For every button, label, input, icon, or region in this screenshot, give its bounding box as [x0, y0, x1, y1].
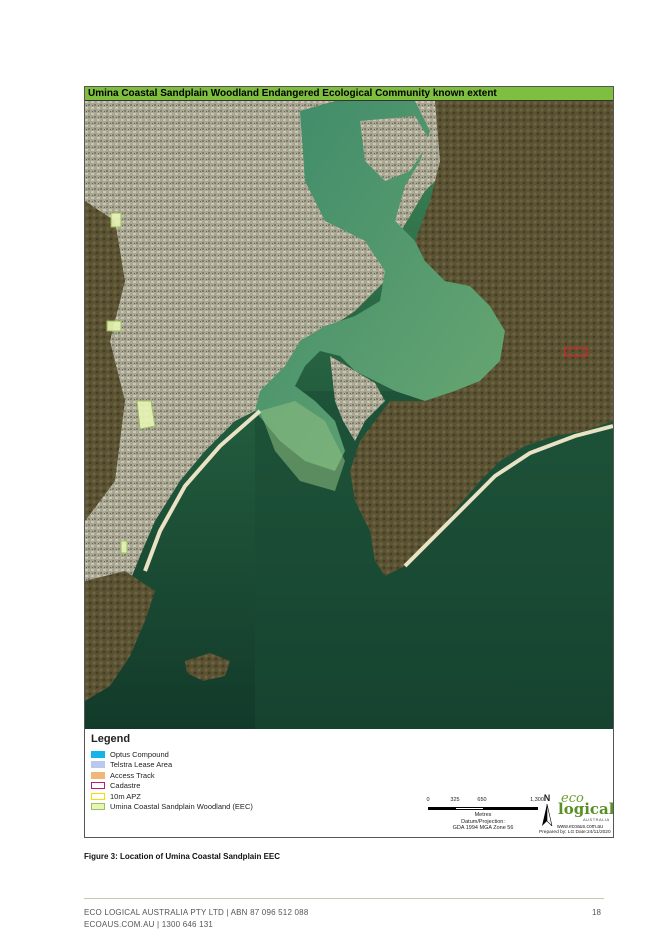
legend-item: 10m APZ — [91, 791, 141, 801]
footer-company: ECO LOGICAL AUSTRALIA PTY LTD | ABN 87 0… — [84, 908, 309, 917]
legend-item: Umina Coastal Sandplain Woodland (EEC) — [91, 802, 253, 812]
logo-australia-text: AUSTRALIA — [583, 817, 610, 822]
legend-swatch — [91, 803, 105, 810]
scale-tick: 0 — [426, 797, 430, 803]
map-figure: Umina Coastal Sandplain Woodland Endange… — [84, 86, 614, 838]
legend-label: Cadastre — [110, 781, 141, 790]
legend-label: Telstra Lease Area — [110, 760, 173, 769]
legend-label: Access Track — [110, 770, 155, 780]
figure-caption: Figure 3: Location of Umina Coastal Sand… — [84, 852, 281, 861]
scale-bar: 0 325 650 1,300 Metres Datum/Projection:… — [425, 797, 545, 831]
page-number: 18 — [592, 908, 601, 917]
map-title: Umina Coastal Sandplain Woodland Endange… — [85, 87, 613, 101]
legend-label: Umina Coastal Sandplain Woodland (EEC) — [110, 802, 253, 811]
legend-item: Cadastre — [91, 781, 140, 791]
legend-swatch — [91, 782, 105, 789]
logo-logical-text: logical — [558, 800, 614, 818]
footer-contact: ECOAUS.COM.AU | 1300 646 131 — [84, 920, 214, 929]
legend-label: 10m APZ — [110, 791, 141, 801]
scale-tick: 325 — [450, 797, 460, 803]
prepared-by-date: Prepared by: LG Date:24/11/2020 — [539, 830, 611, 835]
projection-text: Datum/Projection: GDA 1994 MGA Zone 56 — [425, 819, 541, 831]
legend-item: Access Track — [91, 770, 155, 780]
north-arrow: N — [541, 793, 553, 826]
legend-item: Optus Compound — [91, 749, 169, 759]
footer-divider — [84, 898, 604, 899]
eco-logical-logo: eco logical AUSTRALIA www.ecoaus.com.au — [555, 791, 614, 835]
north-arrow-label: N — [543, 793, 551, 803]
legend-panel: Legend Optus Compound Telstra Lease Area A… — [85, 729, 613, 837]
aerial-map-image — [85, 101, 613, 729]
legend-swatch — [91, 750, 105, 758]
legend-label: Optus Compound — [110, 749, 169, 759]
legend-swatch — [91, 792, 105, 800]
legend-item: Telstra Lease Area — [91, 760, 172, 770]
projection-value: GDA 1994 MGA Zone 56 — [452, 825, 514, 831]
scale-bar-graphic — [428, 807, 538, 810]
legend-swatch — [91, 761, 105, 768]
north-arrow-icon — [542, 804, 553, 826]
scale-tick: 650 — [477, 797, 487, 803]
scale-unit: Metres — [474, 812, 492, 818]
legend-swatch — [91, 771, 105, 779]
legend-title: Legend — [91, 733, 131, 745]
